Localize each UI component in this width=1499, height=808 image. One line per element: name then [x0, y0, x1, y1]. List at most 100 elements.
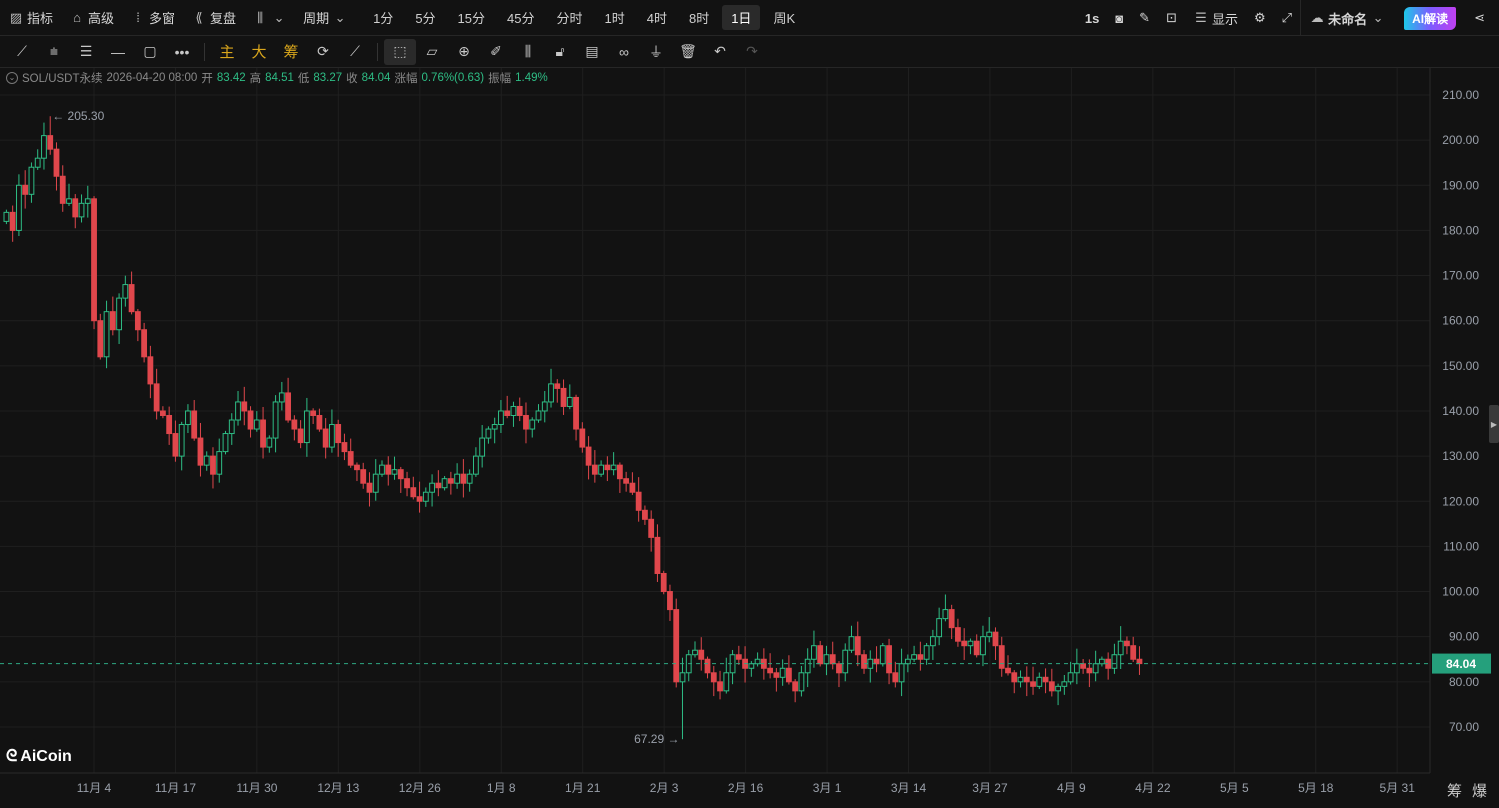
note-icon[interactable]: ▤	[576, 39, 608, 65]
candle	[310, 408, 317, 424]
candle	[16, 174, 22, 237]
period-5m[interactable]: 5分	[406, 5, 444, 30]
candle-body	[291, 419, 298, 430]
candle	[66, 183, 72, 207]
candle-body	[948, 609, 955, 629]
close-value: 84.04	[361, 72, 391, 84]
pencil-icon[interactable]: ✎	[1131, 10, 1158, 26]
candle-body	[466, 473, 473, 484]
trash-icon[interactable]: 🗑︎	[672, 39, 704, 65]
interval-button[interactable]: 1s	[1077, 11, 1107, 26]
candle-body	[717, 681, 723, 692]
candle	[28, 162, 35, 203]
more-icon[interactable]: •••	[166, 39, 198, 65]
candle-body	[347, 451, 354, 466]
candle-body	[72, 198, 79, 218]
ai-analysis-button[interactable]: AI解读	[1404, 6, 1457, 30]
chart-type-dropdown[interactable]: ⫼ ⌄	[244, 10, 295, 26]
candle-body	[47, 135, 54, 150]
line-tool-icon[interactable]: ⟋	[6, 39, 38, 65]
parallel-channel-icon[interactable]: ⩧	[38, 39, 70, 65]
measure-icon[interactable]: ⟋	[339, 39, 371, 65]
chip-button[interactable]: 筹	[275, 39, 307, 65]
candle-body	[297, 428, 304, 444]
candle-body	[228, 419, 235, 435]
candle-body	[310, 410, 317, 416]
display-button[interactable]: ☰ 显示	[1185, 9, 1246, 28]
period-1m[interactable]: 1分	[364, 5, 402, 30]
fullscreen-icon[interactable]: ⤢	[1274, 10, 1300, 26]
candle	[128, 271, 135, 315]
period-1h[interactable]: 1时	[596, 5, 634, 30]
period-8h[interactable]: 8时	[680, 5, 718, 30]
candle-body	[447, 478, 454, 484]
candle	[1042, 668, 1049, 694]
period-1d[interactable]: 1日	[722, 5, 761, 30]
multi-window-label: 多窗	[149, 11, 176, 26]
collapse-icon[interactable]: ⌄	[6, 72, 18, 84]
period-dropdown[interactable]: 周期 ⌄	[295, 8, 356, 27]
candle	[1067, 661, 1074, 685]
main-indicator-button[interactable]: 主	[211, 39, 243, 65]
candle	[516, 397, 523, 422]
candle-body	[316, 414, 323, 430]
zoom-in-icon[interactable]: ⊕	[448, 39, 480, 65]
candle	[460, 459, 467, 498]
advanced-button[interactable]: ⌂ 高级	[61, 8, 122, 27]
chip-distribution-button[interactable]: 筹	[1447, 780, 1462, 801]
candles-icon[interactable]: ⫼	[512, 39, 544, 65]
undo-icon[interactable]: ↶	[704, 39, 736, 65]
candle-body	[1117, 640, 1124, 656]
candle	[998, 636, 1005, 677]
candle-body	[354, 464, 360, 471]
big-order-button[interactable]: 大	[243, 39, 275, 65]
share-icon[interactable]: ⋖	[1466, 10, 1499, 26]
camera-icon[interactable]: ◙	[1107, 11, 1131, 26]
candle	[491, 417, 498, 444]
multi-window-button[interactable]: ⁞ 多窗	[122, 8, 183, 27]
indicator-button[interactable]: ▨ 指标	[0, 8, 61, 27]
period-15m[interactable]: 15分	[449, 5, 494, 30]
period-45m[interactable]: 45分	[498, 5, 543, 30]
layout-dropdown[interactable]: ☁ 未命名 ⌄	[1301, 9, 1394, 28]
filter-icon[interactable]: ⏚	[640, 39, 672, 65]
candle	[109, 296, 116, 336]
candle	[629, 472, 636, 495]
candle-body	[322, 428, 329, 448]
side-panel-toggle[interactable]: ▶	[1489, 405, 1499, 443]
y-tick-label: 130.00	[1442, 449, 1479, 463]
horizontal-ray-icon[interactable]: —	[102, 39, 134, 65]
candlestick-chart[interactable]: 210.00 200.00 190.00 180.00 170.00 160.00 150.…	[0, 68, 1499, 808]
candle-body	[341, 442, 348, 453]
candle	[723, 657, 730, 694]
magnet-icon[interactable]: ✐	[480, 39, 512, 65]
liquidation-button[interactable]: 爆	[1472, 780, 1487, 801]
link-icon[interactable]: ∞	[608, 39, 640, 65]
cursor-mode-icon[interactable]: ⬚	[384, 38, 416, 65]
sync-icon[interactable]: ⟳	[307, 39, 339, 65]
redo-icon[interactable]: ↷	[736, 39, 768, 65]
candle-body	[854, 636, 861, 656]
period-timeline[interactable]: 分时	[547, 5, 591, 30]
ruler-icon[interactable]: ▱	[416, 39, 448, 65]
x-tick-label: 3月 1	[813, 781, 842, 795]
period-week[interactable]: 周K	[764, 5, 804, 30]
rectangle-icon[interactable]: ▢	[134, 39, 166, 65]
horizontal-lines-icon[interactable]: ☰	[70, 39, 102, 65]
lock-icon[interactable]: 🔓︎	[544, 39, 576, 65]
period-4h[interactable]: 4时	[638, 5, 676, 30]
y-tick-label: 120.00	[1442, 494, 1479, 508]
candle	[1099, 656, 1105, 667]
candle	[485, 426, 492, 444]
candle-body	[460, 473, 467, 484]
add-window-icon[interactable]: ⊡	[1158, 10, 1185, 26]
replay-button[interactable]: ⟪ 复盘	[183, 8, 244, 27]
candle-body	[134, 311, 141, 331]
candle-body	[579, 428, 586, 448]
settings-icon[interactable]: ⚙	[1246, 10, 1274, 26]
candle-body	[892, 672, 899, 683]
candle-body	[679, 672, 686, 683]
candle	[297, 420, 304, 449]
candle	[735, 645, 742, 665]
candle-body	[842, 649, 849, 674]
